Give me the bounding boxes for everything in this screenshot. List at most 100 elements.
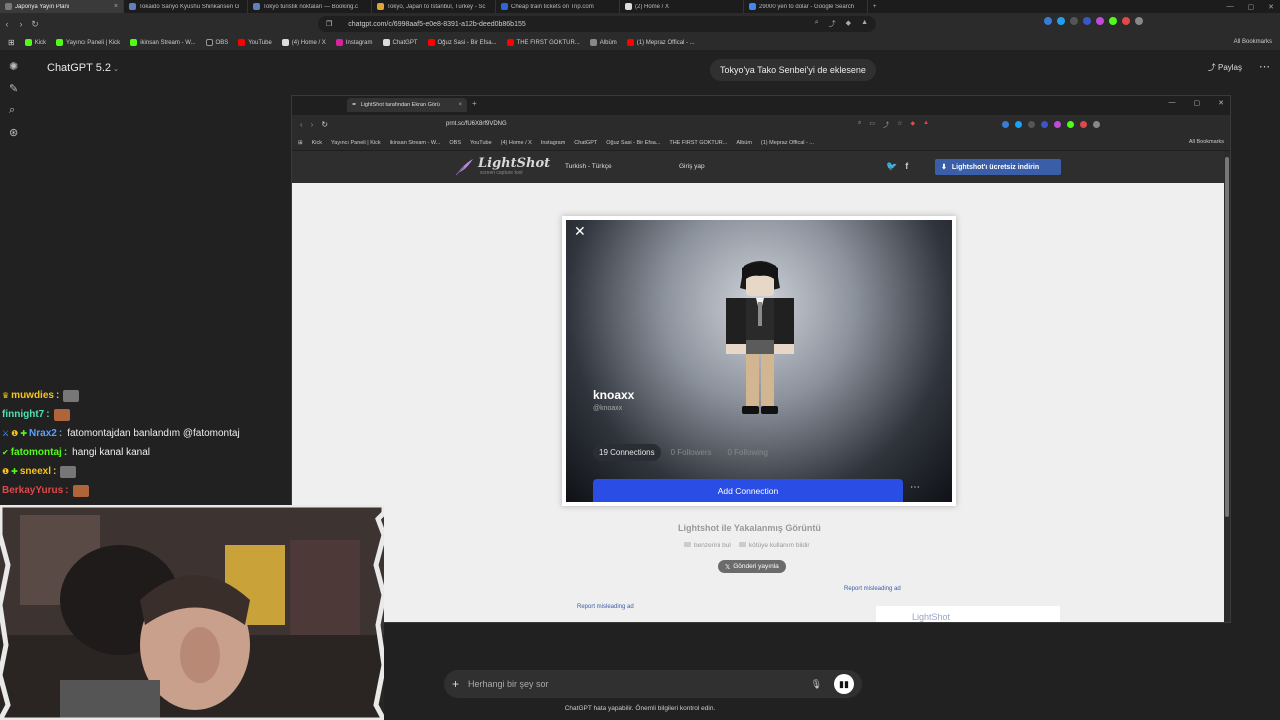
close-icon[interactable]: ✕ [574,223,586,240]
reload-icon[interactable]: ↻ [28,19,42,30]
bookmark-item[interactable]: Yayıncı Paneli | Kick [56,39,120,46]
share-page-icon[interactable]: ⤴ [829,19,836,29]
inner-url-text[interactable]: prnt.sc/fU6X8rf9VDNG [446,121,507,127]
microphone-icon[interactable]: 🎙 [811,679,822,690]
prompt-composer[interactable]: + Herhangi bir şey sor 🎙 ▮▮ [444,670,862,698]
extension-icon[interactable] [1057,17,1065,25]
connections-pill[interactable]: 19 Connections [593,444,661,461]
bookmark-item[interactable]: Oğuz Sasi - Bir Efsa... [606,140,660,146]
zoom-icon[interactable]: ⌕ [815,19,819,29]
find-similar-link[interactable]: benzerini bul [684,542,731,549]
url-text[interactable]: chatgpt.com/c/6998aaf5-e0e8-8391-a12b-de… [348,21,525,28]
minimize-icon[interactable]: — [1169,99,1176,107]
more-options-icon[interactable]: ⋯ [910,482,920,493]
outer-tab[interactable]: (2) Home / X [620,0,744,13]
add-connection-button[interactable]: Add Connection [593,479,903,502]
bookmark-item[interactable]: Kick [312,140,322,146]
outer-tab[interactable]: Japonya Yayın Planı × [0,0,124,13]
bookmark-item[interactable]: (4) Home / X [501,140,532,146]
all-bookmarks-button[interactable]: All Bookmarks [1189,139,1224,145]
bookmark-item[interactable]: YouTube [238,39,272,46]
all-bookmarks-button[interactable]: All Bookmarks [1234,39,1272,45]
bookmark-item[interactable]: ChatGPT [382,39,418,46]
openai-logo-icon[interactable]: ✺ [9,60,18,73]
bookmark-item[interactable]: Instagram [335,39,373,46]
extension-icon[interactable] [1067,121,1074,128]
ad-banner[interactable]: LightShot [876,606,1060,622]
bookmark-item[interactable]: Albüm [589,39,617,46]
extension-icon[interactable] [1054,121,1061,128]
bookmark-item[interactable]: Instagram [541,140,565,146]
extension-icon[interactable] [1083,17,1091,25]
bookmark-item[interactable]: Yayıncı Paneli | Kick [331,140,381,146]
followers-pill[interactable]: 0 Followers [665,444,718,461]
twitter-icon[interactable]: 🐦 [886,161,897,172]
bookmark-item[interactable]: Albüm [736,140,752,146]
add-attachment-icon[interactable]: + [452,677,459,691]
extension-icon[interactable] [1109,17,1117,25]
scrollbar-thumb[interactable] [1225,157,1229,517]
shield-icon[interactable]: ◆ [910,120,915,129]
maximize-icon[interactable]: ▢ [1248,3,1255,11]
search-icon[interactable]: ⌕ [9,104,18,117]
extension-icon[interactable] [1041,121,1048,128]
maximize-icon[interactable]: ▢ [1194,99,1201,107]
forward-icon[interactable]: › [311,120,314,129]
apps-grid-icon[interactable]: ⊞ [298,140,303,146]
close-tab-icon[interactable]: × [458,102,462,108]
share-page-icon[interactable]: ⤴ [883,120,889,129]
extension-alert-icon[interactable]: ▲ [923,120,929,129]
bookmark-star-icon[interactable]: ❐ [326,20,332,28]
bookmark-item[interactable]: OBS [449,140,461,146]
new-tab-button[interactable]: + [868,0,888,13]
model-selector[interactable]: ChatGPT 5.2 ⌄ [47,62,119,74]
bookmark-item[interactable]: ikinsan Stream - W... [390,140,441,146]
extension-icon[interactable] [1080,121,1087,128]
extension-icon[interactable] [1028,121,1035,128]
minimize-icon[interactable]: — [1227,3,1234,10]
extension-icon[interactable] [1096,17,1104,25]
outer-tab[interactable]: Tokyo, Japan to Istanbul, Turkey - Sc [372,0,496,13]
extension-icon[interactable] [1015,121,1022,128]
forward-icon[interactable]: › [14,19,28,29]
zoom-icon[interactable]: ⌕ [858,120,861,129]
facebook-icon[interactable]: f [905,161,908,172]
outer-tab[interactable]: 29000 yen to dolar - Google Search [744,0,868,13]
close-tab-icon[interactable]: × [114,3,118,10]
close-window-icon[interactable]: ✕ [1218,99,1224,107]
more-options-icon[interactable]: ⋯ [1259,60,1270,73]
extension-icon[interactable] [1135,17,1143,25]
following-pill[interactable]: 0 Following [722,444,774,461]
bookmark-item[interactable]: THE FIRST GOKTUR... [506,39,580,46]
extension-alert-icon[interactable]: ▲ [861,19,868,29]
bookmark-item[interactable]: Kick [24,39,46,46]
download-button[interactable]: ⬇ Lightshot'ı ücretsiz indirin [935,159,1061,175]
share-button[interactable]: ⤴ Paylaş [1208,62,1242,73]
language-selector[interactable]: Turkish - Türkçe [565,163,612,170]
bookmark-item[interactable]: (4) Home / X [281,39,326,46]
bookmark-item[interactable]: (1) Mepraz Offical - ... [761,140,814,146]
address-bar[interactable]: ❐ chatgpt.com/c/6998aaf5-e0e8-8391-a12b-… [318,16,876,32]
report-ad-link[interactable]: Report misleading ad [844,586,901,592]
extension-icon[interactable] [1044,17,1052,25]
cast-icon[interactable]: ▭ [869,120,875,129]
scrollbar[interactable] [1224,151,1230,622]
outer-tab[interactable]: Tokaido Sanyo Kyushu Shinkansen G [124,0,248,13]
extension-icon[interactable] [1070,17,1078,25]
bookmark-item[interactable]: THE FIRST GOKTUR... [669,140,727,146]
shield-icon[interactable]: ◆ [846,19,851,29]
library-icon[interactable]: ⊛ [9,126,18,139]
outer-tab[interactable]: Cheap train tickets on Trip.com [496,0,620,13]
outer-tab[interactable]: Tokyo turistik noktaları — Booking.c [248,0,372,13]
inner-new-tab-icon[interactable]: + [472,99,477,108]
close-window-icon[interactable]: ✕ [1268,3,1274,11]
bookmark-item[interactable]: ChatGPT [574,140,597,146]
back-icon[interactable]: ‹ [300,120,303,129]
bookmark-star-icon[interactable]: ☆ [897,120,902,129]
extension-icon[interactable] [1093,121,1100,128]
voice-mode-icon[interactable]: ▮▮ [834,674,854,694]
bookmark-item[interactable]: ikinsan Stream - W... [130,39,196,46]
post-button[interactable]: 𝕏 Gönderi yayınla [718,560,786,573]
lightshot-logo[interactable]: LightShot screen capture tool [454,156,550,176]
report-abuse-link[interactable]: kötüye kullanım bildir [738,542,810,549]
